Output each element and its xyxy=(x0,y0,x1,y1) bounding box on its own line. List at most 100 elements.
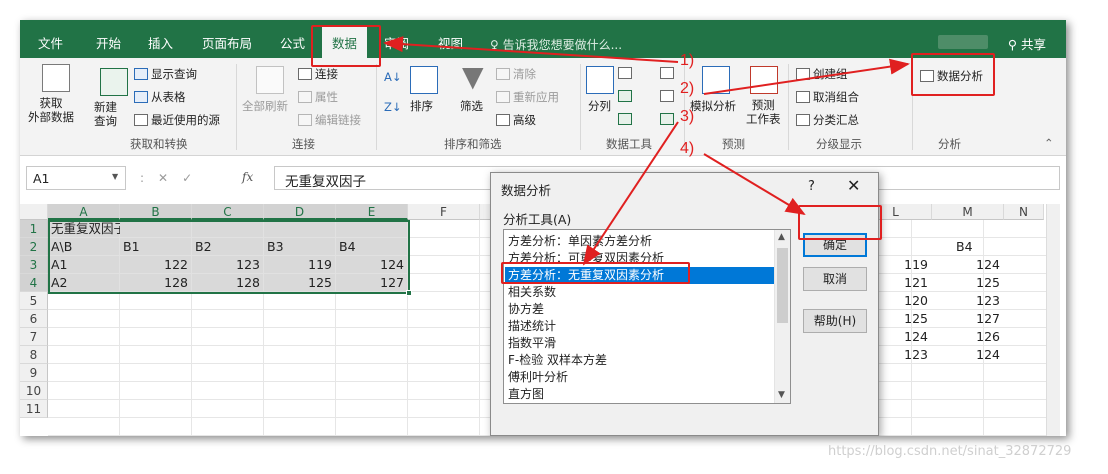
tab-data[interactable]: 数据 xyxy=(322,26,368,58)
list-item[interactable]: 傅利叶分析 xyxy=(505,369,774,386)
ok-button[interactable]: 确定 xyxy=(803,233,867,257)
fill-handle[interactable] xyxy=(406,290,412,296)
column-header[interactable]: C xyxy=(192,204,264,220)
sort-az-icon[interactable]: A↓ xyxy=(384,70,402,84)
cell-E4[interactable]: 127 xyxy=(336,274,408,292)
tab-page-layout[interactable]: 页面布局 xyxy=(202,33,252,52)
help-icon[interactable]: ? xyxy=(808,179,815,194)
sort-za-icon[interactable]: Z↓ xyxy=(384,100,402,114)
chevron-down-icon[interactable]: ▼ xyxy=(112,172,118,181)
cell-B2[interactable]: B1 xyxy=(120,238,192,256)
clear-button[interactable]: 清除 xyxy=(496,66,536,82)
collapse-ribbon-icon[interactable]: ⌃ xyxy=(1044,136,1054,150)
scroll-down-icon[interactable]: ▼ xyxy=(778,390,785,400)
relationships-icon[interactable] xyxy=(660,89,677,103)
manage-data-model-icon[interactable] xyxy=(660,112,677,126)
recent-sources-button[interactable]: 最近使用的源 xyxy=(134,112,220,128)
row-header[interactable]: 7 xyxy=(20,328,48,346)
cell-D2[interactable]: B3 xyxy=(264,238,336,256)
subtotal-button[interactable]: 分类汇总 xyxy=(796,112,859,128)
help-button[interactable]: 帮助(H) xyxy=(803,309,867,333)
column-header[interactable]: A xyxy=(48,204,120,220)
tab-formulas[interactable]: 公式 xyxy=(280,33,305,52)
get-external-data-button[interactable]: 获取 外部数据 xyxy=(28,96,74,124)
filter-button[interactable]: 筛选 xyxy=(460,98,483,114)
tab-view[interactable]: 视图 xyxy=(438,33,463,52)
from-table-button[interactable]: 从表格 xyxy=(134,89,186,105)
cell-E1[interactable] xyxy=(336,220,408,238)
flash-fill-icon[interactable] xyxy=(618,66,635,80)
properties-button[interactable]: 属性 xyxy=(298,89,338,105)
refresh-all-button[interactable]: 全部刷新 xyxy=(242,98,288,114)
what-if-analysis-button[interactable]: 模拟分析 xyxy=(690,98,736,114)
cell-B4[interactable]: 128 xyxy=(120,274,192,292)
cell-M7[interactable]: 126 xyxy=(970,328,1000,346)
cell-D4[interactable]: 125 xyxy=(264,274,336,292)
cell-E3[interactable]: 124 xyxy=(336,256,408,274)
row-header[interactable]: 1 xyxy=(20,220,48,238)
cell-A1[interactable]: 无重复双因子 xyxy=(48,220,126,238)
row-header[interactable]: 4 xyxy=(20,274,48,292)
cell-M8[interactable]: 124 xyxy=(970,346,1000,364)
select-all-corner[interactable] xyxy=(20,204,48,220)
row-header[interactable]: 5 xyxy=(20,292,48,310)
group-button[interactable]: 创建组 xyxy=(796,66,848,82)
tab-review[interactable]: 审阅 xyxy=(384,33,409,52)
row-header[interactable]: 2 xyxy=(20,238,48,256)
cell-C4[interactable]: 128 xyxy=(192,274,264,292)
row-header[interactable]: 10 xyxy=(20,382,48,400)
cell-C3[interactable]: 123 xyxy=(192,256,264,274)
list-item[interactable]: 方差分析：可重复双因素分析 xyxy=(505,250,774,267)
vertical-scrollbar[interactable] xyxy=(1046,204,1060,436)
cell-B1[interactable] xyxy=(120,220,192,238)
scroll-thumb[interactable] xyxy=(777,248,788,323)
data-validation-icon[interactable] xyxy=(618,112,635,126)
insert-function-button[interactable]: fx xyxy=(242,170,253,184)
cell-D1[interactable] xyxy=(264,220,336,238)
column-header[interactable]: B xyxy=(120,204,192,220)
tab-insert[interactable]: 插入 xyxy=(148,33,173,52)
name-box[interactable]: A1 xyxy=(26,166,126,190)
connections-button[interactable]: 连接 xyxy=(298,66,338,82)
cell-A4[interactable]: A2 xyxy=(48,274,120,292)
cell-L5[interactable]: 120 xyxy=(898,292,928,310)
tab-home[interactable]: 开始 xyxy=(96,33,121,52)
show-query-button[interactable]: 显示查询 xyxy=(134,66,197,82)
cell-M5[interactable]: 123 xyxy=(970,292,1000,310)
list-scrollbar[interactable]: ▲ ▼ xyxy=(774,230,790,403)
scroll-up-icon[interactable]: ▲ xyxy=(778,232,785,242)
row-header[interactable]: 9 xyxy=(20,364,48,382)
cell-L7[interactable]: 124 xyxy=(898,328,928,346)
consolidate-icon[interactable] xyxy=(660,66,677,80)
column-header[interactable]: D xyxy=(264,204,336,220)
row-header[interactable]: 8 xyxy=(20,346,48,364)
data-analysis-button[interactable]: 数据分析 xyxy=(920,68,983,84)
list-item-selected[interactable]: 方差分析：无重复双因素分析 xyxy=(505,267,774,284)
tab-file[interactable]: 文件 xyxy=(38,33,63,52)
remove-duplicates-icon[interactable] xyxy=(618,89,635,103)
column-header[interactable]: N xyxy=(1004,204,1044,220)
cell-L3[interactable]: 119 xyxy=(898,256,928,274)
cell-M2[interactable]: B4 xyxy=(956,238,973,256)
list-item[interactable]: 描述统计 xyxy=(505,318,774,335)
row-header[interactable]: 6 xyxy=(20,310,48,328)
formula-cancel-enter-icons[interactable]: :✕✓ xyxy=(140,171,206,185)
list-item[interactable]: 方差分析：单因素方差分析 xyxy=(505,233,774,250)
ungroup-button[interactable]: 取消组合 xyxy=(796,89,859,105)
close-icon[interactable]: ✕ xyxy=(847,176,860,195)
forecast-sheet-button[interactable]: 预测 工作表 xyxy=(746,98,781,126)
cell-E2[interactable]: B4 xyxy=(336,238,408,256)
cell-A2[interactable]: A\B xyxy=(48,238,120,256)
text-to-columns-button[interactable]: 分列 xyxy=(588,98,611,114)
list-item[interactable]: 指数平滑 xyxy=(505,335,774,352)
tell-me-search[interactable]: ♀ 告诉我您想要做什么... xyxy=(490,36,622,53)
column-header[interactable]: F xyxy=(408,204,480,220)
share-button[interactable]: ⚲ 共享 xyxy=(1008,34,1046,53)
cell-L4[interactable]: 121 xyxy=(898,274,928,292)
edit-links-button[interactable]: 编辑链接 xyxy=(298,112,361,128)
row-header[interactable]: 3 xyxy=(20,256,48,274)
cell-C1[interactable] xyxy=(192,220,264,238)
cell-B3[interactable]: 122 xyxy=(120,256,192,274)
cell-M3[interactable]: 124 xyxy=(970,256,1000,274)
cell-D3[interactable]: 119 xyxy=(264,256,336,274)
